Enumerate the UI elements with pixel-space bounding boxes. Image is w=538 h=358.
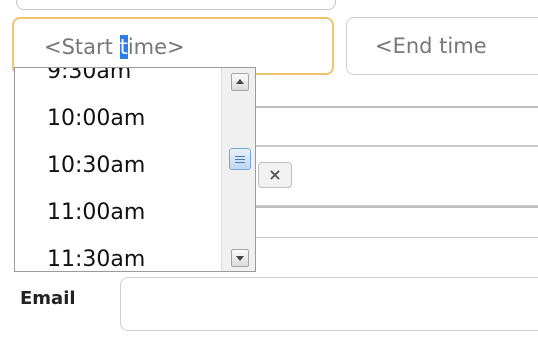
scroll-down-button[interactable] [231,249,249,267]
time-option[interactable]: 9:30am [15,68,221,95]
email-input[interactable] [120,277,538,331]
end-time-placeholder: <End time [375,34,487,58]
previous-field[interactable] [16,0,336,10]
time-option[interactable]: 11:30am [15,236,221,271]
background-field[interactable] [240,206,538,238]
time-option[interactable]: 10:30am [15,142,221,189]
dropdown-scrollbar[interactable] [221,68,255,271]
end-time-input[interactable]: <End time [346,17,538,75]
grip-line [235,162,245,163]
start-time-selected-char: t [119,35,128,59]
email-label: Email [20,288,76,309]
grip-line [235,159,245,160]
grip-line [235,156,245,157]
triangle-up-icon [236,79,244,84]
time-dropdown[interactable]: 9:30am 10:00am 10:30am 11:00am 11:30am [14,67,256,272]
scroll-up-button[interactable] [231,73,249,91]
triangle-down-icon [236,256,244,261]
close-icon: × [268,165,282,184]
start-time-placeholder-prefix: <Start [44,35,120,59]
time-option[interactable]: 11:00am [15,189,221,236]
remove-button[interactable]: × [258,162,292,188]
scrollbar-thumb[interactable] [229,148,251,170]
time-option-list: 9:30am 10:00am 10:30am 11:00am 11:30am [15,68,221,271]
start-time-placeholder-suffix: ime> [127,35,185,59]
time-option[interactable]: 10:00am [15,95,221,142]
